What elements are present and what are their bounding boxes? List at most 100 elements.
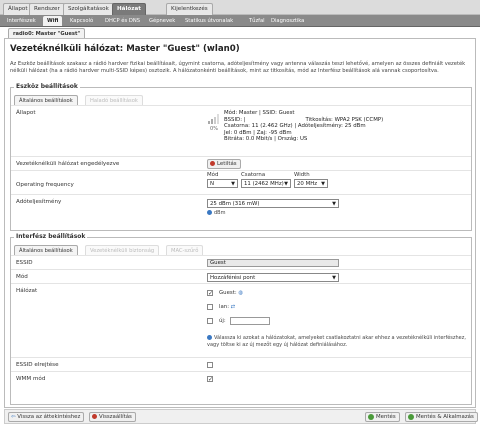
status-info: Mód: Master | SSID: Guest BSSID: | Titkos… — [224, 110, 383, 143]
info-icon — [207, 210, 212, 215]
iface-tab-security[interactable]: Vezetéknélküli biztonság — [85, 245, 160, 255]
channel-select-value: 11 (2462 MHz) — [244, 181, 284, 187]
info-icon — [207, 335, 212, 340]
status-mode-ssid: Mód: Master | SSID: Guest — [224, 110, 295, 116]
save-apply-button[interactable]: Mentés & Alkalmazás — [405, 412, 478, 422]
wmm-checkbox[interactable]: ✓ — [207, 376, 213, 383]
sub-nav: Interfészek Wifi Kapcsoló DHCP és DNS Gé… — [0, 15, 480, 27]
reset-button[interactable]: Visszaállítás — [89, 412, 136, 422]
tab-rendszer[interactable]: Rendszer — [29, 3, 65, 15]
network-help: Válassza ki azokat a hálózatokat, amelye… — [207, 335, 466, 348]
device-settings-legend: Eszköz beállítások — [14, 83, 80, 90]
top-nav: Állapot Rendszer Szolgáltatások Hálózat … — [0, 0, 480, 15]
wmm-label: WMM mód — [16, 376, 46, 382]
subtab-diagnosztika[interactable]: Diagnosztika — [267, 16, 308, 26]
txpower-hint: dBm — [207, 210, 225, 216]
frequency-label: Operating frequency — [16, 182, 74, 188]
hide-essid-label: ESSID elrejtése — [16, 362, 59, 368]
page-title: Vezetéknélküli hálózat: Master "Guest" (… — [10, 44, 240, 54]
network-row: Hálózat ✓ Guest: ◍ lan: ⇄ új: Válassza k… — [11, 283, 471, 357]
network-lan-label: lan: ⇄ — [219, 304, 236, 310]
subtab-tuzfal[interactable]: Tűzfal — [245, 16, 269, 26]
network-guest-checkbox[interactable]: ✓ — [207, 290, 213, 297]
txpower-row: Adóteljesítmény 25 dBm (316 mW) ▼ dBm — [11, 194, 471, 232]
disable-button-label: Letiltás — [217, 161, 237, 167]
status-bitrate: Bitráta: 0.0 Mbit/s | Ország: US — [224, 136, 308, 143]
enable-row: Vezetéknélküli hálózat engedélyezve Leti… — [11, 156, 471, 170]
network-lan-checkbox[interactable] — [207, 304, 213, 310]
essid-row: ESSID Guest — [11, 255, 471, 269]
essid-label: ESSID — [16, 260, 33, 266]
device-settings-section: Eszköz beállítások Általános beállítások… — [10, 83, 472, 232]
back-button[interactable]: ⇦ Vissza az áttekintéshez — [8, 412, 85, 422]
status-bssid: BSSID: | — [224, 116, 246, 123]
device-tab-advanced[interactable]: Haladó beállítások — [85, 95, 143, 105]
back-button-label: Vissza az áttekintéshez — [17, 414, 81, 420]
network-new-label: új: — [219, 318, 226, 324]
mode-select[interactable]: N ▼ — [207, 179, 238, 188]
subtab-statikus-utvonalak[interactable]: Statikus útvonalak — [181, 16, 237, 26]
channel-col-label: Csatorna — [241, 172, 266, 178]
subtab-gepnevek[interactable]: Gépnevek — [145, 16, 179, 26]
chevron-down-icon: ▼ — [332, 275, 336, 281]
mode-col-label: Mód — [207, 172, 219, 178]
network-guest-label: Guest: ◍ — [219, 290, 244, 296]
txpower-label: Adóteljesítmény — [16, 199, 62, 205]
disable-button[interactable]: Letiltás — [207, 159, 241, 169]
tab-szolgaltatasok[interactable]: Szolgáltatások — [63, 3, 114, 15]
interface-settings-section: Interfész beállítások Általános beállítá… — [10, 233, 472, 405]
chevron-down-icon: ▼ — [284, 181, 288, 187]
width-select[interactable]: 20 MHz ▼ — [294, 179, 328, 188]
subtab-dhcp-dns[interactable]: DHCP és DNS — [101, 16, 144, 26]
save-button-label: Mentés — [376, 414, 396, 420]
interface-tab[interactable]: radio0: Master "Guest" — [8, 28, 86, 38]
signal-icon: 0% — [207, 114, 221, 132]
status-channel: Csatorna: 11 (2.462 GHz) | Adóteljesítmé… — [224, 123, 366, 130]
check-icon — [408, 413, 414, 420]
interface-settings-legend: Interfész beállítások — [14, 233, 88, 240]
save-apply-button-label: Mentés & Alkalmazás — [416, 414, 474, 420]
iface-tab-mac-filter[interactable]: MAC-szűrő — [166, 245, 204, 255]
chevron-down-icon: ▼ — [321, 181, 325, 187]
mode-ap-value: Hozzáférési pont — [210, 275, 256, 281]
enable-label: Vezetéknélküli hálózat engedélyezve — [16, 161, 120, 167]
device-tab-general[interactable]: Általános beállítások — [14, 95, 78, 105]
mode-label: Mód — [16, 274, 28, 280]
txpower-select-value: 25 dBm (316 mW) — [210, 201, 260, 207]
txpower-unit: dBm — [214, 210, 226, 216]
hide-essid-row: ESSID elrejtése — [11, 357, 471, 371]
signal-percent: 0% — [210, 126, 218, 132]
tab-halozat[interactable]: Hálózat — [112, 3, 146, 15]
network-new-input[interactable] — [230, 317, 270, 325]
network-switch-icon: ⇄ — [230, 304, 236, 310]
reset-button-label: Visszaállítás — [99, 414, 132, 420]
essid-input[interactable]: Guest — [207, 259, 339, 267]
main-panel: Vezetéknélküli hálózat: Master "Guest" (… — [4, 38, 476, 408]
network-new-checkbox[interactable] — [207, 318, 213, 324]
hide-essid-checkbox[interactable] — [207, 362, 213, 368]
iface-tab-general[interactable]: Általános beállítások — [14, 245, 78, 255]
check-icon — [368, 413, 374, 420]
subtab-wifi[interactable]: Wifi — [43, 16, 63, 26]
tab-kijelentkezes[interactable]: Kijelentkezés — [166, 3, 213, 15]
status-row: Állapot 0% Mód: Master | SSID: Guest BSS… — [11, 105, 471, 156]
status-encryption: Titkosítás: WPA2 PSK (CCMP) — [305, 116, 384, 123]
width-col-label: Width — [294, 172, 310, 178]
mode-ap-select[interactable]: Hozzáférési pont ▼ — [207, 273, 339, 282]
network-label: Hálózat — [16, 288, 38, 294]
width-select-value: 20 MHz — [297, 181, 318, 187]
reset-icon — [92, 414, 97, 419]
subtab-kapcsolo[interactable]: Kapcsoló — [66, 16, 97, 26]
status-label: Állapot — [16, 110, 36, 116]
disable-icon — [210, 161, 215, 166]
chevron-down-icon: ▼ — [231, 181, 235, 187]
network-globe-icon: ◍ — [238, 290, 244, 296]
footer-bar: ⇦ Vissza az áttekintéshez Visszaállítás … — [4, 409, 478, 424]
mode-row: Mód Hozzáférési pont ▼ — [11, 269, 471, 283]
subtab-interfeszek[interactable]: Interfészek — [3, 16, 40, 26]
channel-select[interactable]: 11 (2462 MHz) ▼ — [241, 179, 291, 188]
txpower-select[interactable]: 25 dBm (316 mW) ▼ — [207, 199, 339, 208]
save-button[interactable]: Mentés — [365, 412, 400, 422]
frequency-row: Operating frequency Mód Csatorna Width N… — [11, 170, 471, 194]
chevron-down-icon: ▼ — [332, 201, 336, 207]
